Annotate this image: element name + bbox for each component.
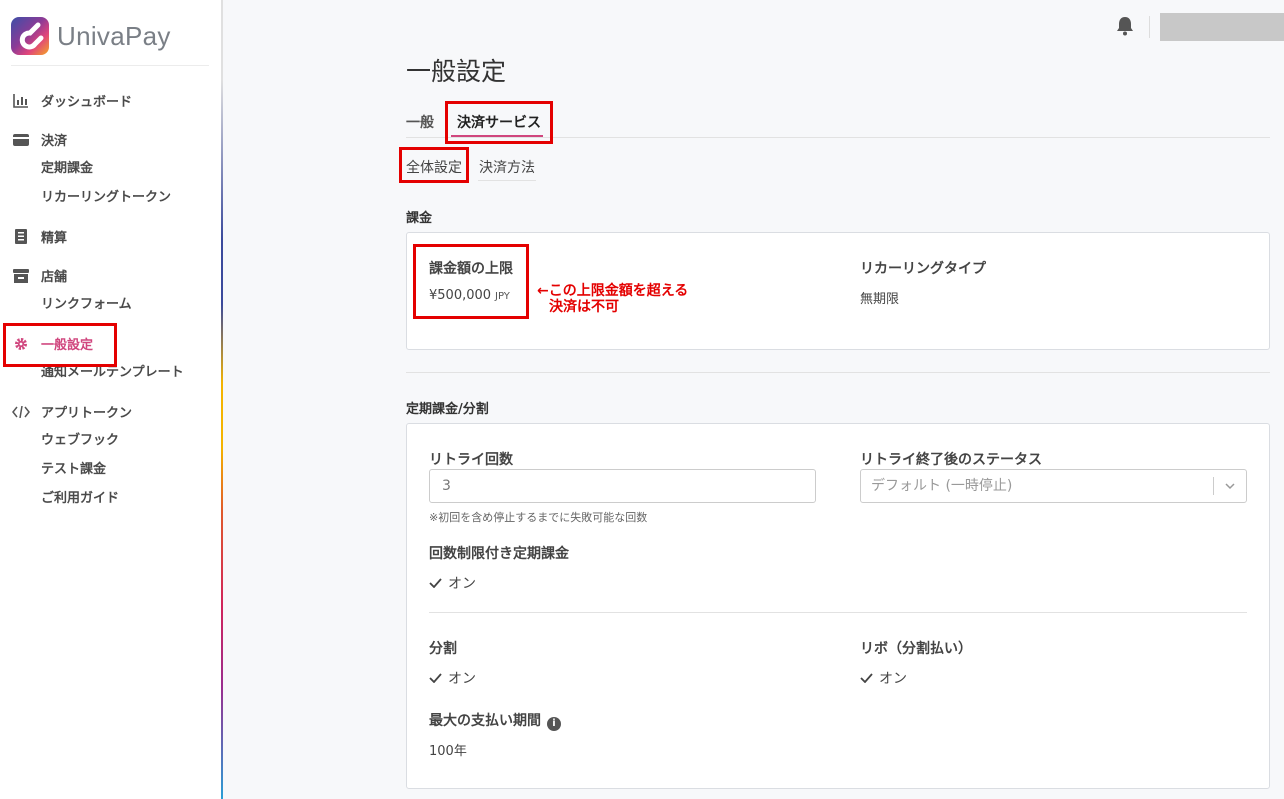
max-amount-label: 課金額の上限 — [429, 261, 513, 277]
revolving-label: リボ（分割払い） — [860, 641, 972, 657]
annotation-line-1: ←この上限金額を超える — [537, 283, 689, 299]
sidebar-item-subscriptions[interactable]: 定期課金 — [0, 154, 222, 183]
user-menu[interactable] — [1160, 13, 1284, 41]
sidebar-item-recurring-tokens[interactable]: リカーリングトークン — [0, 183, 222, 212]
sidebar-item-dashboard[interactable]: ダッシュボード — [0, 86, 222, 115]
section-title-subscription: 定期課金/分割 — [406, 402, 489, 417]
sidebar-item-settlements[interactable]: 精算 — [0, 222, 222, 251]
page-title: 一般設定 — [406, 57, 507, 86]
retry-status-select[interactable]: デフォルト (一時停止) — [860, 469, 1247, 503]
sidebar-item-label: アプリトークン — [41, 406, 133, 421]
credit-card-icon — [12, 132, 30, 148]
retry-count-input[interactable]: 3 — [429, 469, 816, 503]
topbar-divider — [1149, 16, 1150, 38]
code-icon — [12, 404, 30, 420]
retry-status-placeholder: デフォルト (一時停止) — [871, 478, 1013, 494]
retry-count-label: リトライ回数 — [429, 452, 513, 468]
installment-label: 分割 — [429, 641, 457, 657]
charge-card — [406, 232, 1270, 350]
info-icon[interactable]: i — [547, 717, 561, 731]
max-period-label-row: 最大の支払い期間 i — [429, 710, 561, 731]
gear-icon — [12, 336, 30, 352]
tab-general[interactable]: 一般 — [406, 112, 434, 132]
revolving-status: オン — [860, 668, 907, 688]
sidebar: UnivaPay ダッシュボード 決済 定期課金 リカーリングトークン 精算 店… — [0, 0, 222, 799]
sidebar-nav: ダッシュボード 決済 定期課金 リカーリングトークン 精算 店舗 リンクフォーム — [0, 86, 222, 513]
limited-subscription-value: オン — [448, 576, 476, 592]
section-title-charge: 課金 — [406, 211, 433, 226]
tab-active-indicator — [451, 135, 543, 137]
section-divider — [406, 372, 1270, 373]
receipt-icon — [12, 229, 30, 245]
sidebar-item-guide[interactable]: ご利用ガイド — [0, 484, 222, 513]
max-amount-number: ¥500,000 — [429, 288, 492, 303]
chevron-down-icon — [1224, 476, 1236, 508]
bell-icon[interactable] — [1116, 16, 1134, 36]
sidebar-item-test-charge[interactable]: テスト課金 — [0, 455, 222, 484]
subtab-divider — [478, 180, 536, 181]
installment-value: オン — [448, 671, 476, 687]
check-icon — [429, 671, 442, 687]
sidebar-item-label: 一般設定 — [41, 338, 94, 353]
sidebar-item-label: 店舗 — [41, 270, 68, 285]
sidebar-item-general-settings[interactable]: 一般設定 — [0, 329, 222, 358]
max-period-value: 100年 — [429, 744, 467, 759]
limited-subscription-status: オン — [429, 573, 476, 593]
subtab-overall-settings[interactable]: 全体設定 — [406, 157, 462, 177]
max-period-label: 最大の支払い期間 — [429, 713, 541, 729]
sidebar-item-label: 決済 — [41, 134, 68, 149]
tabs: 一般 決済サービス — [406, 106, 1270, 138]
logo[interactable]: UnivaPay — [11, 14, 209, 58]
logo-text: UnivaPay — [57, 20, 171, 51]
max-amount-value: ¥500,000 JPY — [429, 288, 510, 303]
sidebar-accent-stripe — [221, 0, 223, 799]
recurring-type-value: 無期限 — [860, 292, 900, 307]
recurring-type-label: リカーリングタイプ — [860, 261, 986, 277]
sidebar-item-label: 精算 — [41, 231, 68, 246]
annotation-line-2: 決済は不可 — [549, 299, 619, 315]
sidebar-item-payments[interactable]: 決済 — [0, 125, 222, 154]
limited-subscription-label: 回数制限付き定期課金 — [429, 546, 569, 562]
tab-payment-services[interactable]: 決済サービス — [457, 112, 541, 132]
card-divider — [429, 612, 1247, 613]
sidebar-item-webhooks[interactable]: ウェブフック — [0, 426, 222, 455]
retry-count-hint: ※初回を含め停止するまでに失敗可能な回数 — [429, 511, 648, 524]
select-separator — [1213, 477, 1214, 495]
installment-status: オン — [429, 668, 476, 688]
sidebar-item-stores[interactable]: 店舗 — [0, 261, 222, 290]
logo-divider — [11, 65, 209, 66]
retry-status-label: リトライ終了後のステータス — [860, 452, 1042, 468]
univapay-logo-icon — [11, 17, 49, 55]
bar-chart-icon — [12, 93, 30, 109]
currency-unit: JPY — [495, 291, 510, 302]
sidebar-item-app-tokens[interactable]: アプリトークン — [0, 397, 222, 426]
store-icon — [12, 268, 30, 284]
subtab-payment-methods[interactable]: 決済方法 — [479, 157, 535, 177]
revolving-value: オン — [879, 671, 907, 687]
sidebar-item-link-form[interactable]: リンクフォーム — [0, 290, 222, 319]
sidebar-item-label: ダッシュボード — [41, 95, 133, 110]
check-icon — [429, 576, 442, 592]
check-icon — [860, 671, 873, 687]
sidebar-item-email-templates[interactable]: 通知メールテンプレート — [0, 358, 222, 387]
